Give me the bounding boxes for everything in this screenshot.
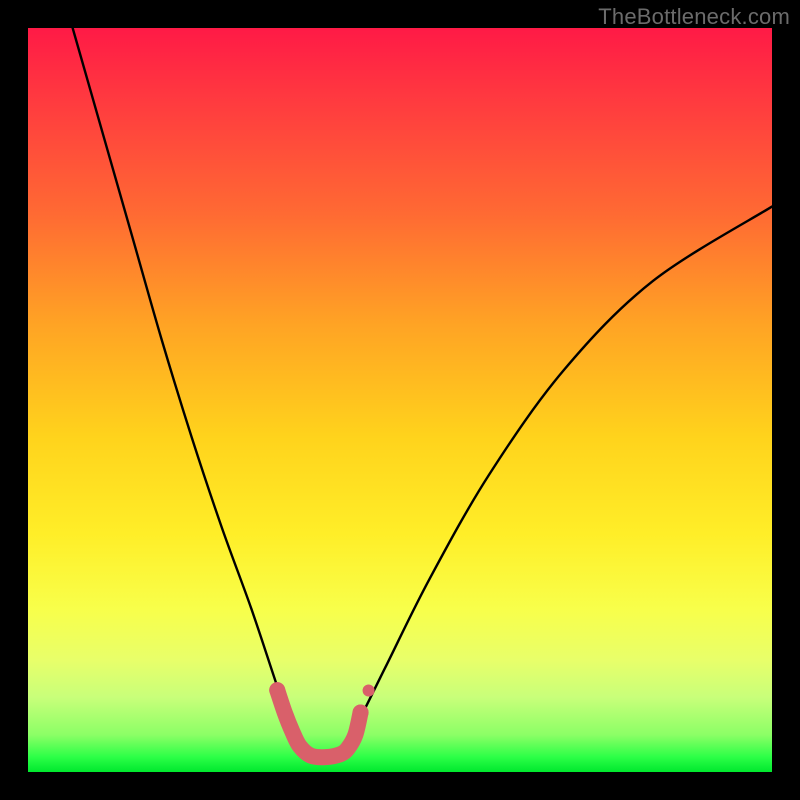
highlight-stroke [277, 690, 360, 757]
highlight-dot [353, 704, 369, 720]
chart-frame: TheBottleneck.com [0, 0, 800, 800]
curve-svg [28, 28, 772, 772]
plot-area [28, 28, 772, 772]
highlight-band [269, 682, 374, 757]
highlight-dot [363, 684, 375, 696]
highlight-dot [269, 682, 285, 698]
watermark-text: TheBottleneck.com [598, 4, 790, 30]
bottleneck-curve [73, 28, 772, 758]
